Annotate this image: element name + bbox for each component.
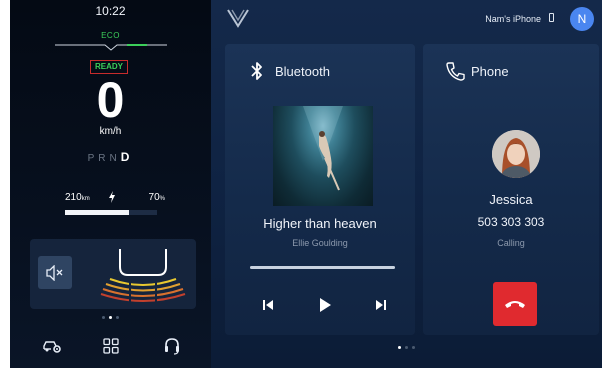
main-area: Nam's iPhone N Bluetooth Higher than hea… bbox=[211, 0, 602, 368]
cluster-page-indicator bbox=[10, 315, 211, 321]
apps-grid-button[interactable] bbox=[100, 335, 122, 357]
caller-number: 503 303 303 bbox=[477, 215, 545, 229]
battery-percent: 70% bbox=[149, 192, 165, 203]
speaker-mute-icon bbox=[46, 264, 63, 281]
headset-icon bbox=[165, 338, 179, 355]
page-dot bbox=[412, 346, 415, 350]
bluetooth-media-card[interactable]: Bluetooth Higher than heaven Ellie Gould… bbox=[225, 44, 415, 335]
car-settings-button[interactable] bbox=[41, 335, 63, 357]
playback-progress-fill bbox=[250, 266, 395, 269]
battery-percent-value: 70 bbox=[148, 192, 160, 203]
next-track-icon bbox=[376, 300, 386, 310]
bluetooth-icon bbox=[251, 62, 262, 80]
page-dot bbox=[102, 316, 105, 320]
next-track-button[interactable] bbox=[371, 296, 391, 314]
phone-device-icon bbox=[549, 13, 554, 22]
gear-selector: PRND bbox=[10, 150, 211, 164]
page-dot bbox=[405, 346, 408, 350]
infotainment-screen: 10:22 ECO READY 0 km/h PRND 210km 70% Na… bbox=[10, 0, 602, 368]
caller-avatar bbox=[492, 130, 540, 178]
battery-bar-fill bbox=[65, 210, 130, 215]
range-value: 210 bbox=[65, 192, 82, 203]
gear-n: N bbox=[109, 153, 121, 164]
parking-sensor-panel bbox=[30, 239, 196, 309]
parking-sensor-graphic bbox=[100, 249, 186, 303]
speed-value: 0 bbox=[96, 72, 125, 128]
clock: 10:22 bbox=[95, 4, 126, 18]
previous-track-icon bbox=[263, 300, 273, 310]
eco-gauge-arc bbox=[55, 44, 167, 51]
speed-unit: km/h bbox=[99, 126, 122, 137]
page-dot-active bbox=[398, 346, 401, 350]
connected-device-name[interactable]: Nam's iPhone bbox=[485, 14, 541, 24]
instrument-cluster: 10:22 ECO READY 0 km/h PRND 210km 70% bbox=[10, 0, 211, 368]
track-artist: Ellie Goulding bbox=[292, 238, 348, 248]
user-avatar[interactable]: N bbox=[570, 7, 594, 31]
car-settings-icon bbox=[43, 341, 61, 353]
playback-progress-bar[interactable] bbox=[250, 266, 395, 269]
page-dot bbox=[116, 316, 119, 320]
drive-mode-label: ECO bbox=[101, 31, 120, 40]
battery-status: 210km 70% bbox=[65, 191, 165, 206]
charge-bolt-icon bbox=[109, 191, 115, 203]
play-button[interactable] bbox=[315, 296, 335, 314]
bluetooth-card-title: Bluetooth bbox=[275, 64, 330, 79]
gear-r: R bbox=[98, 153, 110, 164]
phone-card-title: Phone bbox=[471, 64, 509, 79]
caller-name: Jessica bbox=[489, 192, 533, 207]
assistant-button[interactable] bbox=[161, 335, 183, 357]
hangup-button[interactable] bbox=[493, 282, 537, 326]
apps-grid-icon bbox=[103, 338, 119, 354]
gear-active: D bbox=[120, 150, 134, 164]
album-art-figure bbox=[303, 106, 343, 191]
range-readout: 210km bbox=[65, 192, 90, 203]
phone-icon bbox=[446, 62, 465, 81]
album-art bbox=[273, 106, 373, 206]
battery-bar bbox=[65, 210, 157, 215]
range-unit: km bbox=[81, 196, 90, 202]
phone-card[interactable]: Phone Jessica 503 303 303 Calling bbox=[423, 44, 599, 335]
caller-avatar-image bbox=[492, 130, 540, 178]
track-title: Higher than heaven bbox=[263, 216, 377, 231]
vinfast-logo bbox=[227, 9, 249, 28]
page-dot-active bbox=[109, 316, 112, 320]
play-icon bbox=[320, 298, 331, 312]
hangup-icon bbox=[505, 301, 525, 308]
main-page-indicator bbox=[211, 345, 602, 351]
previous-track-button[interactable] bbox=[258, 296, 278, 314]
gear-p: P bbox=[87, 153, 99, 164]
sensor-mute-button[interactable] bbox=[38, 256, 72, 289]
battery-percent-unit: % bbox=[159, 196, 165, 202]
call-status: Calling bbox=[497, 238, 525, 248]
